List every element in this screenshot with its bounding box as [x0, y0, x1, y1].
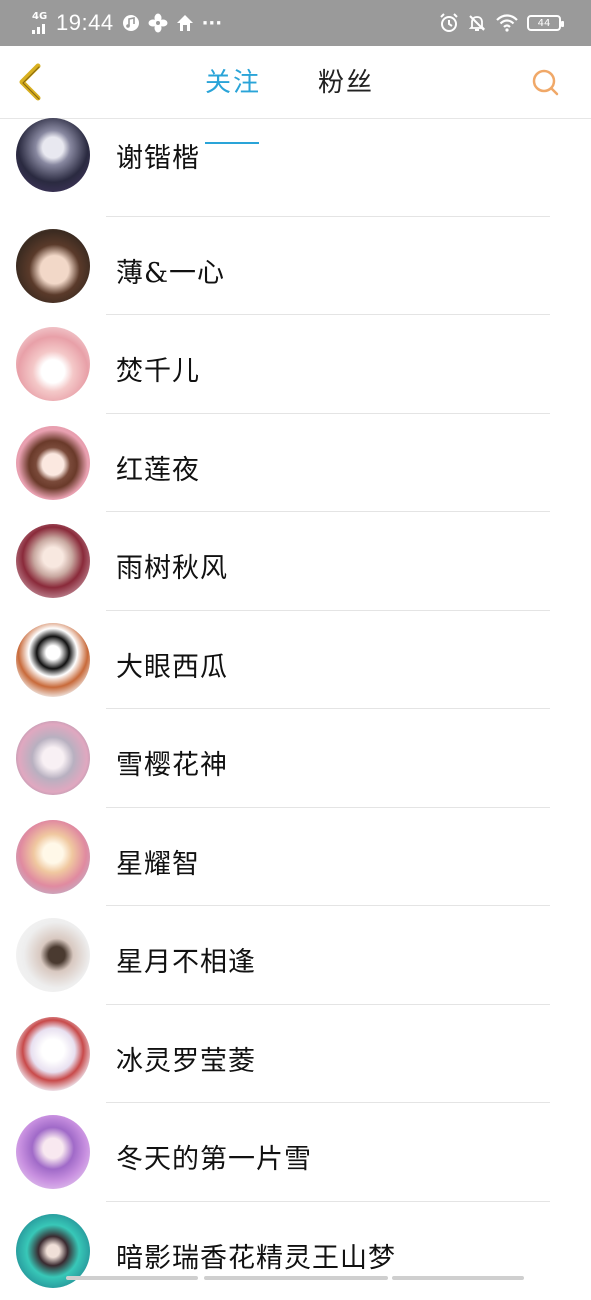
- list-item[interactable]: 星耀智: [0, 808, 591, 907]
- avatar: [16, 524, 90, 598]
- avatar: [16, 426, 90, 500]
- user-name: 冬天的第一片雪: [116, 1137, 312, 1176]
- search-button[interactable]: [531, 68, 561, 98]
- wifi-icon: [495, 14, 519, 32]
- avatar: [16, 229, 90, 303]
- user-name: 谢锴楷: [116, 136, 200, 175]
- nav-gesture-bar-center: [204, 1276, 388, 1280]
- avatar: [16, 1115, 90, 1189]
- avatar: [16, 1017, 90, 1091]
- search-icon: [531, 68, 561, 98]
- alarm-icon: [439, 13, 459, 33]
- user-name: 星月不相逢: [116, 940, 256, 979]
- list-item[interactable]: 薄&一心: [0, 217, 591, 316]
- music-icon: [122, 14, 140, 32]
- list-item[interactable]: 暗影瑞香花精灵王山梦: [0, 1202, 591, 1300]
- avatar: [16, 820, 90, 894]
- more-notifications: ···: [202, 13, 223, 34]
- chevron-left-icon: [14, 62, 48, 102]
- battery-level: 44: [538, 18, 551, 29]
- user-name: 焚千儿: [116, 349, 200, 388]
- list-item[interactable]: 雨树秋风: [0, 512, 591, 611]
- following-list: 谢锴楷 薄&一心 焚千儿 红莲夜 雨树秋风 大眼西瓜 雪樱花神 星耀智: [0, 118, 591, 1300]
- network-indicator: 4G: [32, 12, 48, 34]
- avatar: [16, 918, 90, 992]
- user-name: 星耀智: [116, 842, 200, 881]
- network-label: 4G: [32, 12, 47, 22]
- fan-icon: [148, 13, 168, 33]
- user-name: 雪樱花神: [116, 743, 228, 782]
- user-name: 薄&一心: [116, 251, 225, 290]
- status-bar: 4G 19:44 ··· 44: [0, 0, 591, 46]
- list-item[interactable]: 冰灵罗莹菱: [0, 1005, 591, 1104]
- status-bar-right: 44: [439, 13, 561, 33]
- back-button[interactable]: [14, 62, 48, 102]
- list-item[interactable]: 雪樱花神: [0, 709, 591, 808]
- avatar: [16, 623, 90, 697]
- list-item[interactable]: 冬天的第一片雪: [0, 1103, 591, 1202]
- status-bar-left: 4G 19:44 ···: [32, 10, 222, 36]
- list-item[interactable]: 红莲夜: [0, 414, 591, 513]
- list-item[interactable]: 大眼西瓜: [0, 611, 591, 710]
- user-name: 红莲夜: [116, 448, 200, 487]
- mute-icon: [467, 13, 487, 33]
- list-item[interactable]: 谢锴楷: [0, 118, 591, 217]
- list-item[interactable]: 焚千儿: [0, 315, 591, 414]
- nav-gesture-bar-right: [392, 1276, 524, 1280]
- header-bar: 关注 粉丝: [0, 46, 591, 119]
- avatar: [16, 118, 90, 192]
- user-name: 大眼西瓜: [116, 645, 228, 684]
- home-icon: [176, 14, 194, 32]
- user-name: 雨树秋风: [116, 546, 228, 585]
- avatar: [16, 327, 90, 401]
- tab-fans[interactable]: 粉丝: [318, 66, 374, 100]
- status-time: 19:44: [56, 10, 114, 36]
- user-name: 暗影瑞香花精灵王山梦: [116, 1236, 396, 1275]
- list-item[interactable]: 星月不相逢: [0, 906, 591, 1005]
- nav-gesture-bar-left: [66, 1276, 198, 1280]
- signal-icon: [32, 22, 48, 34]
- avatar: [16, 721, 90, 795]
- battery-icon: 44: [527, 15, 561, 31]
- tab-following[interactable]: 关注: [205, 66, 261, 100]
- user-name: 冰灵罗莹菱: [116, 1039, 256, 1078]
